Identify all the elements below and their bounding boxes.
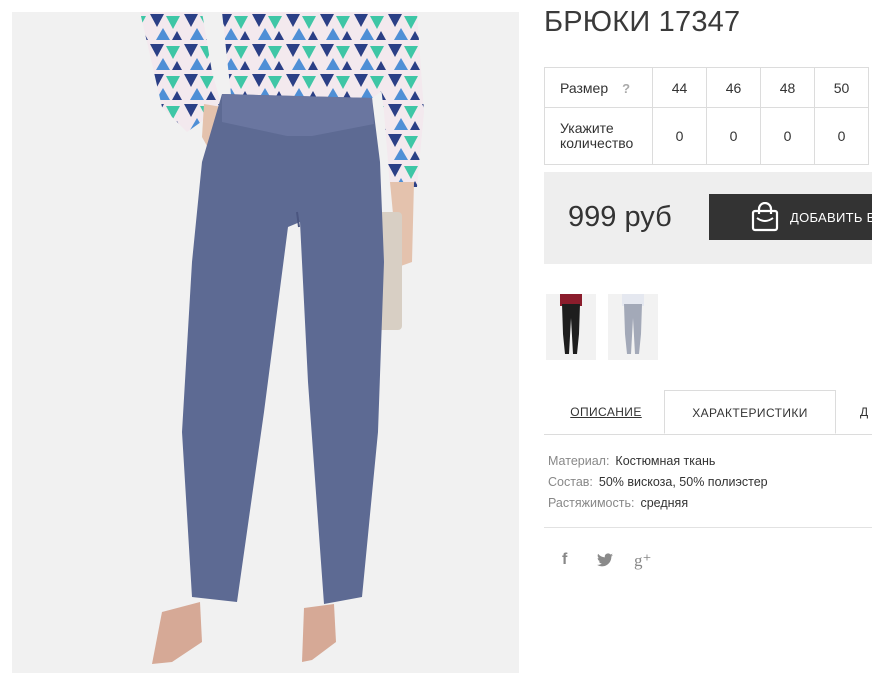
thumbnail-grey-trousers[interactable] [608,294,658,360]
quantity-label: Укажите количество [544,107,653,165]
quantity-input-44[interactable]: 0 [652,107,707,165]
quantity-input-46[interactable]: 0 [706,107,761,165]
characteristic-row: Материал: Костюмная ткань [548,452,768,473]
quantity-input-48[interactable]: 0 [760,107,815,165]
characteristic-key: Растяжимость: [548,496,635,510]
facebook-icon[interactable]: f [562,551,567,569]
product-title: БРЮКИ 17347 [544,6,741,38]
add-to-cart-button[interactable]: ДОБАВИТЬ В [709,194,872,240]
quantity-input-50[interactable]: 0 [814,107,869,165]
add-to-cart-label: ДОБАВИТЬ В [790,210,872,225]
size-table: Размер? 44 46 48 50 Укажите количество 0… [544,67,869,165]
characteristic-row: Растяжимость: средняя [548,494,768,515]
characteristics-list: Материал: Костюмная ткань Состав: 50% виск… [548,452,768,515]
size-row: Размер? 44 46 48 50 [544,67,869,108]
size-help-icon[interactable]: ? [622,81,630,96]
size-label-cell: Размер? [544,67,653,108]
size-46: 46 [706,67,761,108]
tab-characteristics[interactable]: ХАРАКТЕРИСТИКИ [664,390,836,434]
characteristic-key: Материал: [548,454,610,468]
shopping-bag-icon [751,201,779,235]
characteristic-value: средняя [640,496,689,510]
price-box: 999 руб ДОБАВИТЬ В [544,172,872,264]
characteristic-value: Костюмная ткань [615,454,716,468]
characteristic-row: Состав: 50% вискоза, 50% полиэстер [548,473,768,494]
characteristic-key: Состав: [548,475,593,489]
size-44: 44 [652,67,707,108]
twitter-icon[interactable] [597,553,613,572]
price: 999 руб [568,201,672,233]
google-plus-icon[interactable]: g⁺ [634,551,651,571]
size-label: Размер [560,79,609,96]
product-main-photo[interactable] [12,12,519,673]
characteristic-value: 50% вискоза, 50% полиэстер [598,475,768,489]
size-48: 48 [760,67,815,108]
divider [544,527,872,528]
tab-delivery[interactable]: Д [860,390,872,434]
quantity-row: Укажите количество 0 0 0 0 [544,107,869,165]
size-50: 50 [814,67,869,108]
thumbnail-black-trousers[interactable] [546,294,596,360]
tab-description[interactable]: ОПИСАНИЕ [546,390,666,434]
